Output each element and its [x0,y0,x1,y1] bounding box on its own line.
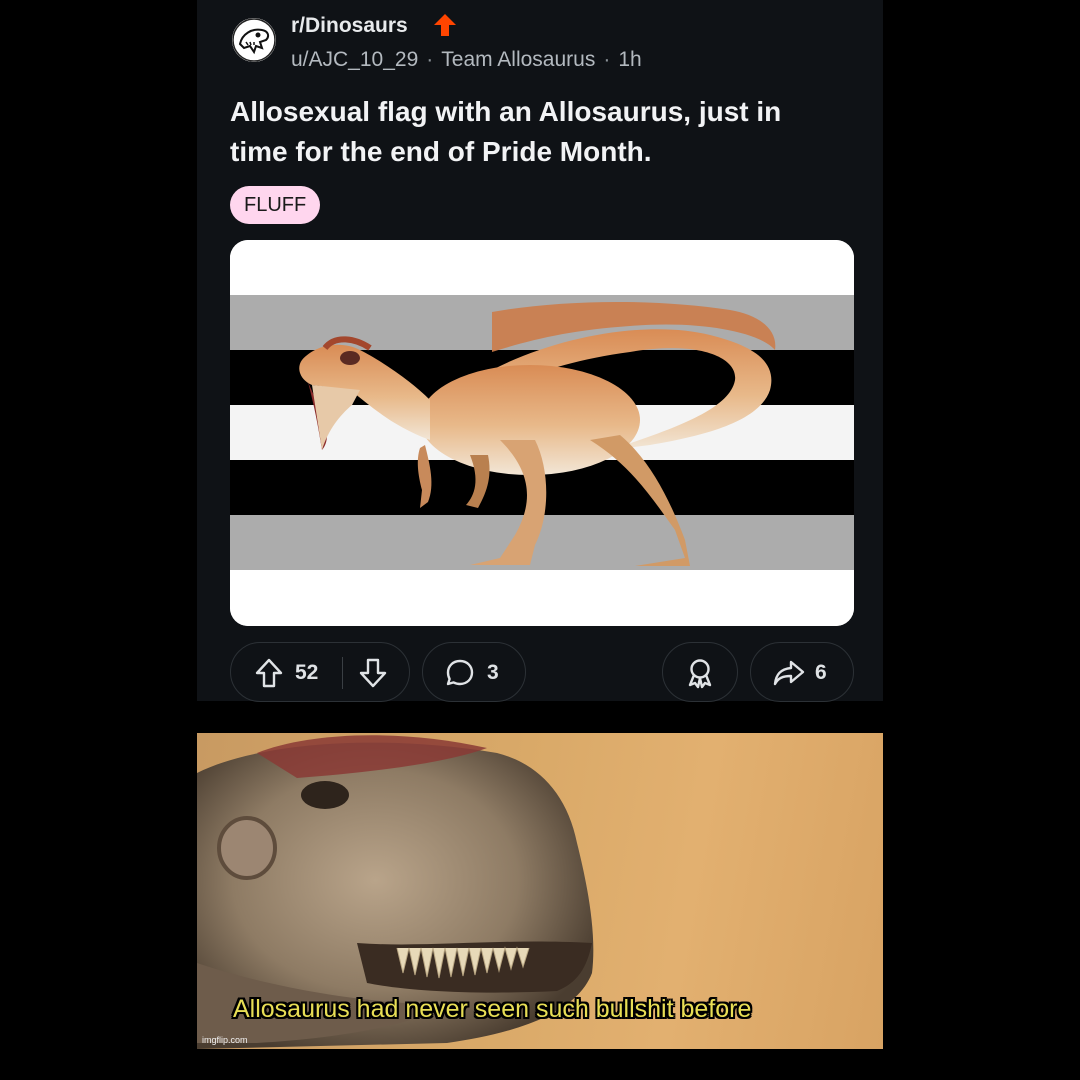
meta-separator: · [603,48,611,71]
arrow-up-outline-icon[interactable] [255,658,283,688]
meme-caption: Allosaurus had never seen such bullshit … [233,995,752,1023]
screenshot-root: r/Dinosaurs u/AJC_10_29 · Team Allosaurus ·… [0,0,1080,1080]
author-link[interactable]: u/AJC_10_29 [291,48,418,71]
comments-button[interactable]: 3 [422,642,526,702]
vote-divider [342,657,343,689]
post-title[interactable]: Allosexual flag with an Allosaurus, just… [230,92,830,172]
orange-up-arrow-icon [434,14,456,36]
post-image[interactable] [230,240,854,626]
comment-count: 3 [487,661,499,684]
post-time: 1h [618,48,642,71]
award-button[interactable] [662,642,738,702]
meme-image[interactable]: Allosaurus had never seen such bullshit … [197,733,883,1049]
meta-separator: · [426,48,434,71]
share-button[interactable]: 6 [750,642,854,702]
subreddit-avatar[interactable] [232,18,276,62]
post-meta: u/AJC_10_29 · Team Allosaurus · 1h [291,48,642,72]
share-count: 6 [815,661,827,684]
dinosaur-skull-icon [232,18,276,62]
post-flair-badge[interactable]: FLUFF [230,186,321,224]
award-ribbon-icon [688,659,712,689]
user-flair: Team Allosaurus [441,48,596,71]
upvote-count: 52 [295,661,319,684]
allosaurus-illustration [299,301,776,566]
arrow-down-outline-icon[interactable] [359,658,387,688]
imgflip-watermark: imgflip.com [202,1035,248,1045]
vote-control: 52 [230,642,410,702]
share-arrow-icon [773,660,805,686]
subreddit-name[interactable]: r/Dinosaurs [291,14,408,38]
speech-bubble-icon [446,659,474,686]
